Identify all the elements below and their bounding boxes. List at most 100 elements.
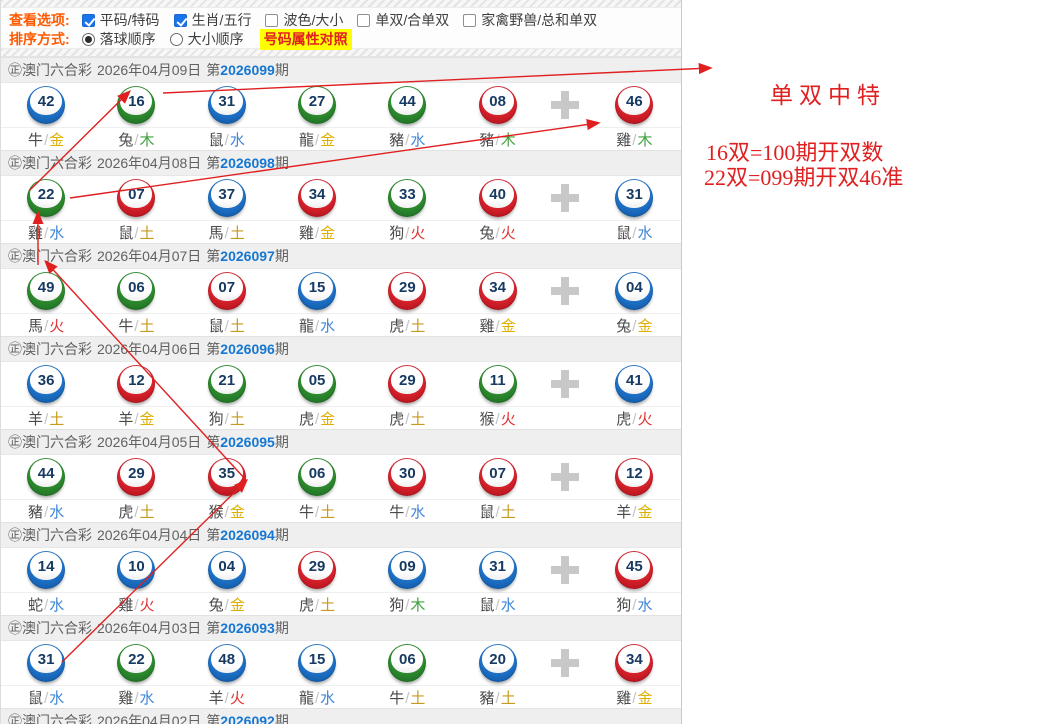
lottery-ball: 27	[298, 86, 336, 124]
lottery-ball: 07	[479, 458, 517, 496]
ball-number: 15	[298, 647, 336, 672]
zodiac-char: 雞	[480, 318, 495, 335]
element-char: 火	[501, 225, 516, 242]
sort-option-item[interactable]: 大小顺序	[170, 30, 244, 49]
zodiac-char: 兔	[209, 597, 224, 614]
element-char: 金	[230, 597, 245, 614]
plus-icon	[551, 184, 579, 212]
ball-number: 40	[479, 182, 517, 207]
labels-row: 豬/水虎/土猴/金牛/土牛/水鼠/土羊/金	[1, 499, 681, 522]
element-char: 水	[49, 690, 64, 707]
zodiac-char: 猴	[209, 504, 224, 521]
ball-number: 21	[208, 368, 246, 393]
view-option-item[interactable]: 生肖/五行	[174, 11, 252, 30]
element-char: 水	[410, 132, 425, 149]
checkbox-icon[interactable]	[265, 14, 278, 27]
element-char: 水	[320, 690, 335, 707]
element-char: 土	[230, 411, 245, 428]
view-option-item[interactable]: 家禽野兽/总和单双	[463, 11, 597, 30]
zodiac-char: 蛇	[28, 597, 43, 614]
ball-number: 31	[27, 647, 65, 672]
checkbox-icon[interactable]	[174, 14, 187, 27]
number-attribute-link[interactable]: 号码属性对照	[260, 29, 352, 50]
zodiac-char: 虎	[616, 411, 631, 428]
element-char: 土	[230, 225, 245, 242]
zodiac-element-label: 狗/土	[209, 408, 245, 429]
plus-icon	[551, 556, 579, 584]
element-char: 土	[410, 318, 425, 335]
ball-number: 14	[27, 554, 65, 579]
zodiac-char: 牛	[28, 132, 43, 149]
lottery-ball: 20	[479, 644, 517, 682]
zodiac-char: 羊	[118, 411, 133, 428]
ball-number: 16	[117, 89, 155, 114]
draw-date: 2026年04月09日	[97, 62, 201, 78]
ball-number: 42	[27, 89, 65, 114]
lottery-ball: 48	[208, 644, 246, 682]
zodiac-element-label: 馬/土	[209, 222, 245, 243]
issue-suffix: 期	[275, 527, 289, 543]
view-option-item[interactable]: 单双/合单双	[357, 11, 449, 30]
balls-row: 36122105291141	[1, 362, 681, 406]
ball-number: 35	[208, 461, 246, 486]
balls-row: 22073734334031	[1, 176, 681, 220]
zodiac-char: 牛	[389, 690, 404, 707]
checkbox-icon[interactable]	[463, 14, 476, 27]
lottery-name: ㊣澳门六合彩	[8, 248, 92, 264]
lottery-name: ㊣澳门六合彩	[8, 527, 92, 543]
results-panel: 查看选项: 平码/特码生肖/五行波色/大小单双/合单双家禽野兽/总和单双 排序方…	[0, 0, 682, 724]
element-char: 土	[140, 504, 155, 521]
zodiac-char: 馬	[28, 318, 43, 335]
element-char: 水	[49, 225, 64, 242]
lottery-ball: 06	[388, 644, 426, 682]
draw-section: ㊣澳门六合彩2026年04月03日第2026093期31224815062034…	[1, 615, 681, 708]
view-option-item[interactable]: 平码/特码	[82, 11, 160, 30]
element-char: 土	[410, 411, 425, 428]
sort-option-item[interactable]: 落球顺序	[82, 30, 156, 49]
element-char: 土	[320, 597, 335, 614]
zodiac-element-label: 虎/土	[118, 501, 154, 522]
zodiac-char: 龍	[299, 318, 314, 335]
zodiac-char: 龍	[299, 132, 314, 149]
lottery-ball: 11	[479, 365, 517, 403]
radio-icon[interactable]	[170, 33, 183, 46]
element-char: 土	[320, 504, 335, 521]
annotation-line-2: 22双=099期开双46准	[704, 160, 903, 192]
zodiac-char: 羊	[28, 411, 43, 428]
zodiac-char: 豬	[389, 132, 404, 149]
ball-number: 06	[117, 275, 155, 300]
ball-number: 46	[615, 89, 653, 114]
view-option-item[interactable]: 波色/大小	[265, 11, 343, 30]
zodiac-element-label: 牛/土	[118, 315, 154, 336]
lottery-name: ㊣澳门六合彩	[8, 713, 92, 724]
radio-icon[interactable]	[82, 33, 95, 46]
ball-number: 30	[388, 461, 426, 486]
checkbox-icon[interactable]	[82, 14, 95, 27]
lottery-ball: 34	[298, 179, 336, 217]
zodiac-element-label: 羊/土	[28, 408, 64, 429]
zodiac-element-label: 虎/火	[616, 408, 652, 429]
zodiac-element-label: 雞/金	[480, 315, 516, 336]
issue-number: 2026094	[220, 527, 275, 543]
zodiac-char: 兔	[480, 225, 495, 242]
draw-header: ㊣澳门六合彩2026年04月08日第2026098期	[1, 150, 681, 176]
issue-number: 2026092	[220, 713, 275, 724]
ball-number: 04	[615, 275, 653, 300]
element-char: 水	[49, 597, 64, 614]
lottery-ball: 08	[479, 86, 517, 124]
issue-prefix: 第	[206, 527, 220, 543]
lottery-ball: 40	[479, 179, 517, 217]
lottery-ball: 22	[117, 644, 155, 682]
zodiac-char: 豬	[480, 132, 495, 149]
ball-number: 34	[298, 182, 336, 207]
issue-number: 2026099	[220, 62, 275, 78]
checkbox-icon[interactable]	[357, 14, 370, 27]
lottery-ball: 12	[117, 365, 155, 403]
issue-suffix: 期	[275, 62, 289, 78]
zodiac-element-label: 狗/木	[389, 594, 425, 615]
balls-row: 31224815062034	[1, 641, 681, 685]
element-char: 火	[637, 411, 652, 428]
draw-list: ㊣澳门六合彩2026年04月09日第2026099期42163127440846…	[1, 57, 681, 724]
draw-date: 2026年04月03日	[97, 620, 201, 636]
plus-icon	[551, 91, 579, 119]
